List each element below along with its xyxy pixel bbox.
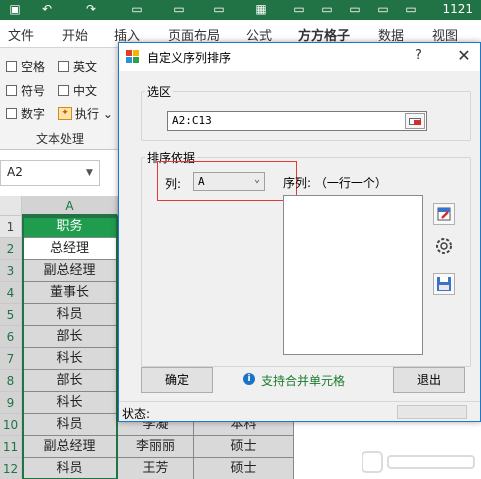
check-number[interactable]: 数字: [6, 105, 45, 122]
settings-button[interactable]: [433, 235, 455, 257]
cell-a[interactable]: 科长: [22, 348, 118, 370]
dialog-titlebar[interactable]: 自定义序列排序 ? ✕: [119, 43, 480, 71]
cell-b[interactable]: 李丽丽: [118, 436, 194, 458]
cell-a[interactable]: 部长: [22, 370, 118, 392]
sequence-label: 序列: （一行一个）: [283, 176, 387, 190]
row-header[interactable]: 10: [0, 414, 22, 436]
toolbar-icon[interactable]: ▭: [376, 2, 390, 16]
checkbox[interactable]: [58, 61, 69, 72]
sort-basis-label: 排序依据: [145, 149, 198, 166]
toolbar-icon[interactable]: ▭: [130, 2, 144, 16]
cell-c[interactable]: 硕士: [194, 458, 294, 479]
row-header[interactable]: 11: [0, 436, 22, 458]
help-button[interactable]: ?: [415, 48, 422, 63]
row-header[interactable]: 7: [0, 348, 22, 370]
cell-a[interactable]: 职务: [22, 216, 118, 238]
tab-file[interactable]: 文件: [8, 25, 34, 44]
toolbar-icon[interactable]: ▭: [320, 2, 334, 16]
app-icon: [126, 50, 140, 64]
check-space[interactable]: 空格: [6, 58, 45, 75]
checkbox[interactable]: [6, 108, 17, 119]
toolbar-icon[interactable]: ▦: [254, 2, 268, 16]
redo-icon[interactable]: ↷: [84, 2, 98, 16]
cell-a[interactable]: 科员: [22, 304, 118, 326]
window-title-fragment: 1121: [442, 2, 473, 16]
toolbar-icon[interactable]: ▭: [172, 2, 186, 16]
row-header[interactable]: 2: [0, 238, 22, 260]
cell-a[interactable]: 部长: [22, 326, 118, 348]
checkbox[interactable]: [58, 85, 69, 96]
column-label: 列:: [165, 177, 182, 191]
status-label: 状态:: [122, 407, 151, 421]
save-icon: [437, 277, 451, 291]
undo-icon[interactable]: ↶: [40, 2, 54, 16]
cell-a[interactable]: 科长: [22, 392, 118, 414]
save-icon[interactable]: ▣: [8, 2, 22, 16]
check-symbol[interactable]: 符号: [6, 82, 45, 99]
cell-a[interactable]: 副总经理: [22, 260, 118, 282]
cell-b[interactable]: 王芳: [118, 458, 194, 479]
row-header[interactable]: 9: [0, 392, 22, 414]
execute-button[interactable]: ✦ 执行 ⌄: [58, 105, 113, 122]
checkbox[interactable]: [6, 61, 17, 72]
watermark-logo: [362, 451, 475, 473]
cell-a[interactable]: 董事长: [22, 282, 118, 304]
import-button[interactable]: [433, 203, 455, 225]
cell-c[interactable]: 硕士: [194, 436, 294, 458]
row-header[interactable]: 5: [0, 304, 22, 326]
dialog-title: 自定义序列排序: [147, 51, 232, 65]
tab-home[interactable]: 开始: [62, 25, 88, 44]
range-input[interactable]: A2:C13: [167, 111, 427, 131]
status-bar: 状态:: [119, 401, 480, 421]
column-select[interactable]: A ⌄: [193, 172, 265, 191]
gear-icon: [436, 238, 452, 254]
cell-a[interactable]: 科员: [22, 414, 118, 436]
ribbon-group-label: 文本处理: [36, 132, 85, 146]
check-english[interactable]: 英文: [58, 58, 97, 75]
save-sequence-button[interactable]: [433, 273, 455, 295]
toolbar-icon[interactable]: ▭: [292, 2, 306, 16]
range-group-label: 选区: [145, 83, 174, 100]
check-chinese[interactable]: 中文: [58, 82, 97, 99]
row-header[interactable]: 6: [0, 326, 22, 348]
cell-a[interactable]: 总经理: [22, 238, 118, 260]
custom-sort-dialog: 自定义序列排序 ? ✕ 选区 A2:C13 排序依据 列: A ⌄ 序列: （一…: [118, 42, 481, 422]
checkbox[interactable]: [6, 85, 17, 96]
row-header[interactable]: 1: [0, 216, 22, 238]
toolbar-icon[interactable]: ▭: [404, 2, 418, 16]
chevron-down-icon[interactable]: ▼: [86, 168, 93, 178]
chevron-down-icon: ⌄: [253, 174, 260, 185]
quick-access-toolbar: ▣ ↶ ↷ ▭ ▭ ▭ ▦ ▭ ▭ ▭ ▭ ▭ 1121: [0, 0, 481, 20]
row-header[interactable]: 4: [0, 282, 22, 304]
import-icon: [437, 207, 451, 221]
cell-a[interactable]: 副总经理: [22, 436, 118, 458]
toolbar-icon[interactable]: ▭: [212, 2, 226, 16]
select-all-corner[interactable]: [0, 196, 22, 216]
cell-a[interactable]: 科员: [22, 458, 118, 479]
merge-support-link[interactable]: 支持合并单元格: [261, 372, 345, 389]
info-icon: i: [243, 373, 255, 385]
progress-bar: [397, 405, 467, 419]
execute-icon: ✦: [58, 107, 72, 120]
row-header[interactable]: 8: [0, 370, 22, 392]
exit-button[interactable]: 退出: [393, 367, 465, 393]
sequence-textarea[interactable]: [283, 195, 423, 355]
confirm-button[interactable]: 确定: [141, 367, 213, 393]
row-header[interactable]: 12: [0, 458, 22, 479]
range-picker-button[interactable]: [405, 113, 425, 129]
close-button[interactable]: ✕: [451, 45, 477, 67]
name-box[interactable]: A2: [0, 160, 100, 186]
column-header-a[interactable]: A: [22, 196, 118, 216]
toolbar-icon[interactable]: ▭: [348, 2, 362, 16]
row-header[interactable]: 3: [0, 260, 22, 282]
